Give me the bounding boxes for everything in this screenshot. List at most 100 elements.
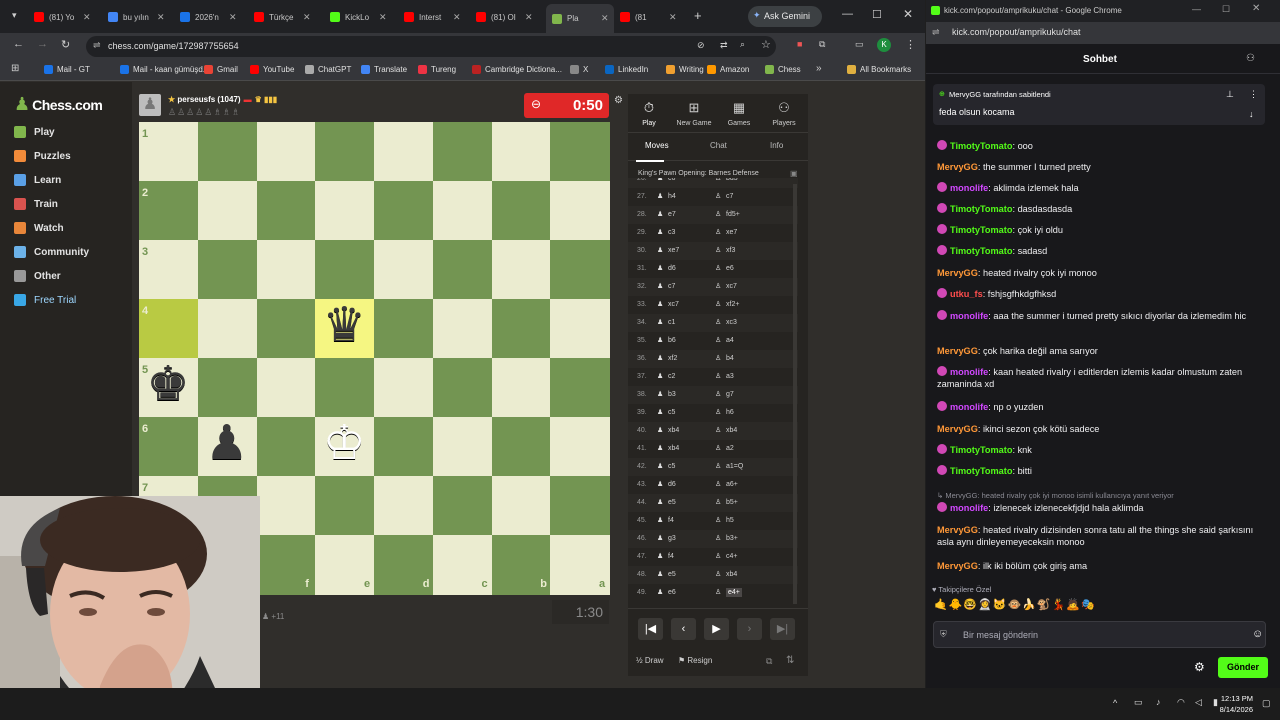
tray-chevron-icon[interactable]: ^ <box>1113 698 1117 708</box>
board-square[interactable] <box>550 181 610 241</box>
white-move[interactable]: xf2 <box>668 355 677 362</box>
move-row[interactable]: 46. ♟ g3 ♙ b3+ <box>628 530 798 548</box>
tab-search-icon[interactable]: ▾ <box>12 10 17 21</box>
black-move[interactable]: b3+ <box>726 535 738 542</box>
all-bookmarks[interactable]: All Bookmarks <box>847 65 911 74</box>
board-square[interactable] <box>491 240 551 300</box>
bookmark-item[interactable]: Chess <box>765 65 801 74</box>
black-king[interactable]: ♚ <box>139 361 197 409</box>
chat-message[interactable]: TimotyTomato: knk <box>937 444 1267 456</box>
new-tab-button[interactable]: + <box>694 8 702 23</box>
ask-gemini-button[interactable]: ✦ Ask Gemini <box>748 6 822 27</box>
chat-message[interactable]: MervyGG: heated rivalry dizisinden sonra… <box>937 524 1267 548</box>
board-square[interactable] <box>315 358 375 418</box>
chat-username[interactable]: monolife <box>950 183 988 193</box>
next-move-button[interactable]: › <box>737 618 762 640</box>
chat-message[interactable]: TimotyTomato: ooo <box>937 140 1267 152</box>
white-move[interactable]: c5 <box>668 409 675 416</box>
taskbar-date[interactable]: 8/14/2026 <box>1207 705 1253 714</box>
move-row[interactable]: 37. ♟ c2 ♙ a3 <box>628 368 798 386</box>
browser-tab[interactable]: (81 ✕ <box>616 6 686 28</box>
apps-icon[interactable]: ⊞ <box>11 63 19 74</box>
black-move[interactable]: xc7 <box>726 283 737 290</box>
browser-tab[interactable]: Interst ✕ <box>400 6 470 28</box>
black-move[interactable]: e4+ <box>726 588 742 597</box>
black-move[interactable]: c7 <box>726 193 733 200</box>
play-button[interactable]: ▶ <box>704 618 729 640</box>
maximize-button[interactable]: ☐ <box>872 8 882 21</box>
bookmark-item[interactable]: Tureng <box>418 65 456 74</box>
white-move[interactable]: e7 <box>668 211 676 218</box>
board-square[interactable] <box>491 181 551 241</box>
chat-username[interactable]: monolife <box>950 311 988 321</box>
black-move[interactable]: h6 <box>726 409 734 416</box>
white-move[interactable]: g3 <box>668 535 676 542</box>
move-row[interactable]: 26. ♟ c6 ♙ bd3 <box>628 178 798 188</box>
move-row[interactable]: 29. ♟ c3 ♙ xe7 <box>628 224 798 242</box>
chat-settings-icon[interactable]: ⚙ <box>1194 660 1205 674</box>
chat-close[interactable]: ✕ <box>1252 3 1260 14</box>
first-move-button[interactable]: |◀ <box>638 618 663 640</box>
board-square[interactable] <box>197 358 257 418</box>
white-king[interactable]: ♔ <box>315 420 373 468</box>
black-move[interactable]: g7 <box>726 391 734 398</box>
chat-username[interactable]: TimotyTomato <box>950 141 1012 151</box>
black-move[interactable]: xb4 <box>726 427 737 434</box>
white-move[interactable]: xc7 <box>668 301 679 308</box>
chat-message[interactable]: monolife: kaan heated rivalry i editlerd… <box>937 366 1267 390</box>
close-window-button[interactable]: ✕ <box>903 7 913 21</box>
chat-username[interactable]: TimotyTomato <box>950 204 1012 214</box>
move-row[interactable]: 30. ♟ xe7 ♙ xf3 <box>628 242 798 260</box>
notifications-icon[interactable]: ▢ <box>1262 698 1271 709</box>
games-tab[interactable]: ▦ Games <box>718 100 760 127</box>
chat-username[interactable]: monolife <box>950 402 988 412</box>
opponent-name[interactable]: ★ perseusfs (1047) ▬ ♛ ▮▮▮ <box>168 95 277 104</box>
board-square[interactable] <box>432 299 492 359</box>
move-row[interactable]: 49. ♟ e6 ♙ e4+ <box>628 584 798 602</box>
bookmark-item[interactable]: Cambridge Dictiona... <box>472 65 562 74</box>
board-square[interactable] <box>550 299 610 359</box>
black-move[interactable]: xc3 <box>726 319 737 326</box>
resign-button[interactable]: ⚑ Resign <box>678 656 712 665</box>
minimize-button[interactable]: — <box>842 8 853 20</box>
board-square[interactable] <box>256 358 316 418</box>
board-square[interactable] <box>374 299 434 359</box>
sidebar-item[interactable]: Puzzles <box>14 150 71 162</box>
black-move[interactable]: xf2+ <box>726 301 739 308</box>
cast-icon[interactable]: ▭ <box>855 39 864 50</box>
white-move[interactable]: c6 <box>668 178 675 182</box>
board-square[interactable] <box>550 122 610 182</box>
zoom-icon[interactable]: ⌕ <box>740 39 745 50</box>
sidebar-item[interactable]: Other <box>14 270 61 282</box>
extension-icon[interactable]: ■ <box>797 39 802 49</box>
move-row[interactable]: 38. ♟ b3 ♙ g7 <box>628 386 798 404</box>
black-move[interactable]: b5+ <box>726 499 738 506</box>
board-square[interactable] <box>374 181 434 241</box>
players-tab[interactable]: ⚇ Players <box>763 100 805 127</box>
tab-close-icon[interactable]: ✕ <box>303 12 311 23</box>
extensions-puzzle-icon[interactable]: ⧉ <box>819 39 825 50</box>
tray-app-icon[interactable]: ▭ <box>1134 697 1143 708</box>
flip-board-icon[interactable]: ⇅ <box>786 655 794 666</box>
white-move[interactable]: e5 <box>668 571 676 578</box>
white-move[interactable]: c3 <box>668 229 675 236</box>
board-square[interactable] <box>374 240 434 300</box>
white-move[interactable]: xb4 <box>668 445 679 452</box>
black-move[interactable]: a3 <box>726 373 734 380</box>
black-move[interactable]: e6 <box>726 265 734 272</box>
chat-message[interactable]: monolife: izlenecek izlenecekfjdjd hala … <box>937 502 1267 514</box>
board-square[interactable] <box>256 476 316 536</box>
black-move[interactable]: fd5+ <box>726 211 740 218</box>
board-square[interactable] <box>197 240 257 300</box>
board-square[interactable] <box>432 476 492 536</box>
unpin-icon[interactable]: ⊥ <box>1226 89 1234 100</box>
white-move[interactable]: c5 <box>668 463 675 470</box>
chat-message[interactable]: MervyGG: ikinci sezon çok kötü sadece <box>937 423 1267 435</box>
board-square[interactable] <box>374 417 434 477</box>
chat-message[interactable]: utku_fs: fshjsgfhkdgfhksd <box>937 288 1267 300</box>
sidebar-item[interactable]: Train <box>14 198 58 210</box>
board-square[interactable] <box>256 240 316 300</box>
white-move[interactable]: xe7 <box>668 247 679 254</box>
board-square[interactable] <box>315 476 375 536</box>
chat-username[interactable]: TimotyTomato <box>950 466 1012 476</box>
